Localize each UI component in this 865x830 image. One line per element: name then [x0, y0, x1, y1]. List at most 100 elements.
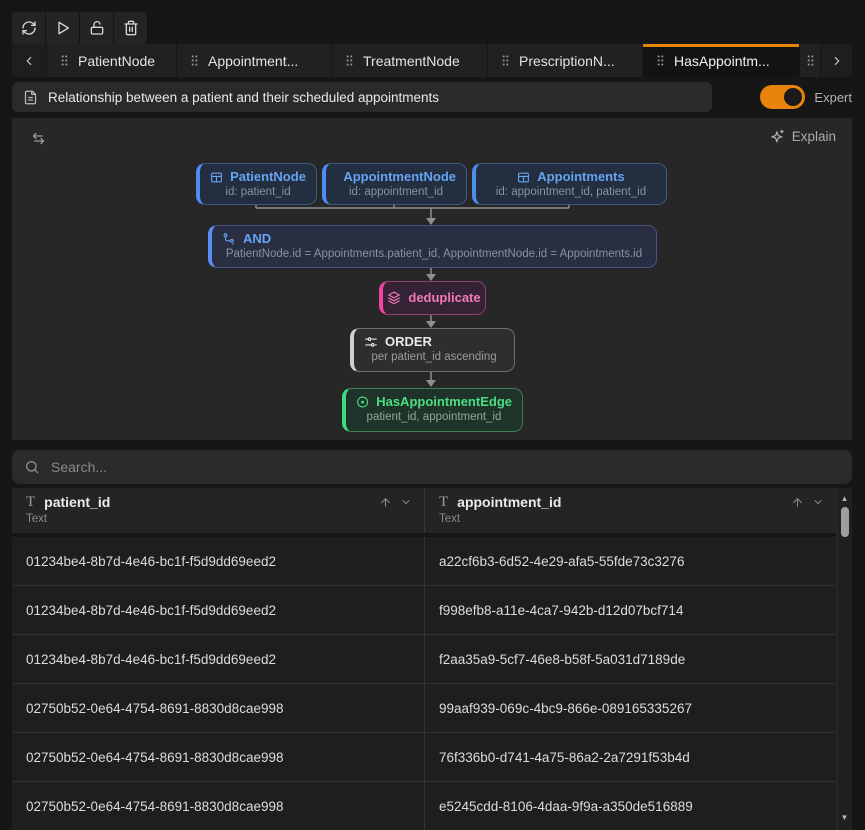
tab-clipped[interactable] — [800, 44, 820, 77]
column-type: Text — [26, 513, 412, 525]
node-appointmentnode[interactable]: AppointmentNode id: appointment_id — [322, 163, 467, 205]
layers-icon — [387, 291, 401, 305]
column-menu-icon[interactable] — [400, 496, 412, 508]
node-patientnode[interactable]: PatientNode id: patient_id — [196, 163, 317, 205]
toggle-knob — [784, 88, 802, 106]
cell-patient-id: 02750b52-0e64-4754-8691-8830d8cae998 — [12, 684, 424, 732]
column-name: appointment_id — [457, 494, 782, 510]
run-button[interactable] — [46, 12, 79, 44]
cell-patient-id: 01234be4-8b7d-4e46-bc1f-f5d9dd69eed2 — [12, 586, 424, 634]
node-order[interactable]: ORDER per patient_id ascending — [350, 328, 515, 372]
toolbar — [12, 12, 147, 44]
tab-label: HasAppointm... — [674, 53, 770, 69]
node-subtitle: id: patient_id — [210, 186, 306, 198]
tab-patientnode[interactable]: PatientNode — [47, 44, 176, 77]
swap-direction-button[interactable] — [30, 131, 47, 146]
table-row[interactable]: 02750b52-0e64-4754-8691-8830d8cae998 76f… — [12, 733, 836, 782]
node-title: Appointments — [537, 169, 624, 185]
node-title: PatientNode — [230, 169, 306, 185]
trash-icon — [123, 20, 139, 36]
search-bar — [12, 450, 852, 484]
tabs-scroll-left-button[interactable] — [12, 44, 46, 77]
sort-asc-icon[interactable] — [379, 496, 392, 509]
tab-prescriptionnode[interactable]: PrescriptionN... — [488, 44, 642, 77]
refresh-icon — [21, 20, 37, 36]
scroll-up-icon[interactable]: ▲ — [837, 494, 852, 503]
cell-appointment-id: 76f336b0-d741-4a75-86a2-2a7291f53b4d — [424, 733, 836, 781]
cell-appointment-id: f998efb8-a11e-4ca7-942b-d12d07bcf714 — [424, 586, 836, 634]
cell-appointment-id: a22cf6b3-6d52-4e29-afa5-55fde73c3276 — [424, 537, 836, 585]
table-icon — [517, 171, 530, 184]
tab-appointment[interactable]: Appointment... — [177, 44, 331, 77]
vertical-scrollbar[interactable]: ▲ ▼ — [836, 488, 852, 830]
node-subtitle: patient_id, appointment_id — [356, 411, 512, 423]
node-title: AND — [243, 231, 271, 247]
circle-dot-icon — [356, 395, 369, 409]
refresh-button[interactable] — [12, 12, 45, 44]
expert-toggle[interactable] — [760, 85, 805, 109]
text-type-icon: T — [439, 494, 448, 510]
cell-appointment-id: f2aa35a9-5cf7-46e8-b58f-5a031d7189de — [424, 635, 836, 683]
node-title: AppointmentNode — [343, 169, 456, 185]
cell-appointment-id: 99aaf939-069c-4bc9-866e-089165335267 — [424, 684, 836, 732]
tab-treatmentnode[interactable]: TreatmentNode — [332, 44, 487, 77]
pipeline-canvas[interactable]: Explain Pat — [12, 118, 852, 440]
drag-handle-icon — [190, 54, 199, 67]
scrollbar-thumb[interactable] — [841, 507, 849, 537]
app-window: PatientNode Appointment... TreatmentNode… — [0, 0, 865, 830]
cell-patient-id: 02750b52-0e64-4754-8691-8830d8cae998 — [12, 782, 424, 830]
search-icon — [24, 459, 40, 475]
explain-label: Explain — [792, 129, 836, 144]
column-menu-icon[interactable] — [812, 496, 824, 508]
explain-button[interactable]: Explain — [770, 129, 836, 144]
column-header-patient-id[interactable]: T patient_id Text — [12, 488, 424, 533]
tab-bar: PatientNode Appointment... TreatmentNode… — [12, 44, 852, 77]
column-name: patient_id — [44, 494, 370, 510]
node-title: ORDER — [385, 334, 432, 350]
description-box: Relationship between a patient and their… — [12, 82, 712, 112]
join-icon — [222, 232, 236, 246]
chevron-right-icon — [830, 54, 844, 68]
expert-label: Expert — [814, 90, 852, 105]
search-input[interactable] — [49, 458, 840, 476]
cell-patient-id: 01234be4-8b7d-4e46-bc1f-f5d9dd69eed2 — [12, 635, 424, 683]
drag-handle-icon — [60, 54, 69, 67]
node-title: HasAppointmentEdge — [376, 394, 512, 410]
play-icon — [55, 20, 71, 36]
cell-patient-id: 02750b52-0e64-4754-8691-8830d8cae998 — [12, 733, 424, 781]
description-text: Relationship between a patient and their… — [48, 90, 439, 105]
expert-control: Expert — [760, 85, 852, 109]
tab-label: TreatmentNode — [363, 53, 460, 69]
results-table: T patient_id Text T appointment_id — [12, 488, 852, 830]
table-row[interactable]: 01234be4-8b7d-4e46-bc1f-f5d9dd69eed2 a22… — [12, 537, 836, 586]
table-row[interactable]: 01234be4-8b7d-4e46-bc1f-f5d9dd69eed2 f99… — [12, 586, 836, 635]
lock-button[interactable] — [80, 12, 113, 44]
table-row[interactable]: 01234be4-8b7d-4e46-bc1f-f5d9dd69eed2 f2a… — [12, 635, 836, 684]
table-row[interactable]: 02750b52-0e64-4754-8691-8830d8cae998 99a… — [12, 684, 836, 733]
scroll-down-icon[interactable]: ▼ — [837, 813, 852, 822]
column-type: Text — [439, 513, 824, 525]
node-deduplicate[interactable]: deduplicate — [379, 281, 486, 315]
sparkles-icon — [770, 129, 785, 144]
table-row[interactable]: 02750b52-0e64-4754-8691-8830d8cae998 e52… — [12, 782, 836, 830]
tab-hasappointmentedge[interactable]: HasAppointm... — [643, 44, 799, 77]
sliders-icon — [364, 335, 378, 349]
delete-button[interactable] — [114, 12, 147, 44]
sort-asc-icon[interactable] — [791, 496, 804, 509]
column-header-appointment-id[interactable]: T appointment_id Text — [424, 488, 836, 533]
cell-patient-id: 01234be4-8b7d-4e46-bc1f-f5d9dd69eed2 — [12, 537, 424, 585]
node-appointments[interactable]: Appointments id: appointment_id, patient… — [472, 163, 667, 205]
node-and-condition[interactable]: AND PatientNode.id = Appointments.patien… — [208, 225, 657, 268]
node-subtitle: id: appointment_id, patient_id — [486, 186, 656, 198]
swap-icon — [30, 131, 47, 146]
cell-appointment-id: e5245cdd-8106-4daa-9f9a-a350de516889 — [424, 782, 836, 830]
tab-label: Appointment... — [208, 53, 298, 69]
tabs-scroll-right-button[interactable] — [821, 44, 852, 77]
drag-handle-icon — [501, 54, 510, 67]
node-subtitle: PatientNode.id = Appointments.patient_id… — [222, 248, 646, 260]
document-icon — [23, 90, 38, 105]
node-hasappointmentedge[interactable]: HasAppointmentEdge patient_id, appointme… — [342, 388, 523, 432]
tab-label: PatientNode — [78, 53, 155, 69]
drag-handle-icon — [656, 54, 665, 67]
table-icon — [210, 171, 223, 184]
